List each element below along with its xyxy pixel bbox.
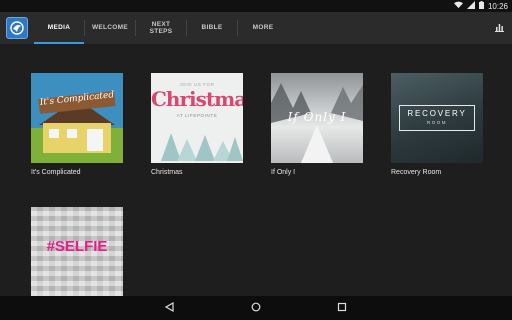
tab-bible[interactable]: BIBLE bbox=[187, 12, 237, 44]
media-card[interactable]: JOIN US FOR Christmas AT LIFEPOINTE Chri… bbox=[151, 73, 243, 176]
stats-button[interactable] bbox=[486, 12, 512, 44]
tab-next-steps-label: NEXT STEPS bbox=[149, 20, 173, 36]
tab-media[interactable]: MEDIA bbox=[34, 12, 84, 44]
media-title: Christmas bbox=[151, 169, 183, 176]
app-logo[interactable] bbox=[0, 12, 34, 44]
lifepointe-logo-icon bbox=[6, 17, 28, 39]
media-thumbnail[interactable]: If Only I bbox=[271, 73, 363, 163]
artwork-title: Christmas bbox=[151, 87, 243, 111]
artwork-title: #SELFIE bbox=[46, 238, 108, 255]
media-title: If Only I bbox=[271, 169, 296, 176]
artwork-title: If Only I bbox=[287, 110, 347, 124]
media-title: Recovery Room bbox=[391, 169, 442, 176]
media-card[interactable]: #SELFIE bbox=[31, 207, 123, 296]
artwork-subtitle-bottom: AT LIFEPOINTE bbox=[176, 113, 218, 118]
media-thumbnail[interactable]: It's Complicated bbox=[31, 73, 123, 163]
media-thumbnail[interactable]: #SELFIE bbox=[31, 207, 123, 296]
back-icon bbox=[164, 299, 175, 317]
home-icon bbox=[251, 299, 261, 317]
recents-button[interactable] bbox=[335, 301, 349, 315]
tab-media-label: MEDIA bbox=[47, 24, 71, 32]
app-bar: MEDIA WELCOME NEXT STEPS BIBLE MORE bbox=[0, 12, 512, 44]
media-card[interactable]: RECOVERY ROOM Recovery Room bbox=[391, 73, 483, 176]
media-grid: It's Complicated It's Complicated JOIN U… bbox=[0, 44, 512, 296]
tab-welcome[interactable]: WELCOME bbox=[85, 12, 135, 44]
media-thumbnail[interactable]: RECOVERY ROOM bbox=[391, 73, 483, 163]
tab-more-label: MORE bbox=[252, 24, 274, 32]
media-card[interactable]: If Only I If Only I bbox=[271, 73, 363, 176]
artwork-title: RECOVERY bbox=[407, 109, 467, 118]
media-thumbnail[interactable]: JOIN US FOR Christmas AT LIFEPOINTE bbox=[151, 73, 243, 163]
media-title: It's Complicated bbox=[31, 169, 81, 176]
wifi-icon bbox=[453, 1, 463, 11]
media-card[interactable]: It's Complicated It's Complicated bbox=[31, 73, 123, 176]
tab-more[interactable]: MORE bbox=[238, 12, 288, 44]
tab-welcome-label: WELCOME bbox=[91, 24, 129, 32]
home-button[interactable] bbox=[249, 301, 263, 315]
back-button[interactable] bbox=[163, 301, 177, 315]
clock: 10:26 bbox=[487, 1, 508, 11]
navigation-bar bbox=[0, 296, 512, 320]
app-screen: 10:26 MEDIA WELCOME NEXT STEPS BIBLE MOR… bbox=[0, 0, 512, 320]
tab-next-steps[interactable]: NEXT STEPS bbox=[136, 12, 186, 44]
signal-icon bbox=[466, 1, 475, 11]
tab-bible-label: BIBLE bbox=[201, 24, 223, 32]
artwork-subtitle: ROOM bbox=[427, 120, 447, 125]
bar-chart-icon bbox=[494, 19, 504, 37]
battery-icon bbox=[478, 1, 484, 11]
recents-icon bbox=[337, 299, 347, 317]
status-bar: 10:26 bbox=[0, 0, 512, 12]
